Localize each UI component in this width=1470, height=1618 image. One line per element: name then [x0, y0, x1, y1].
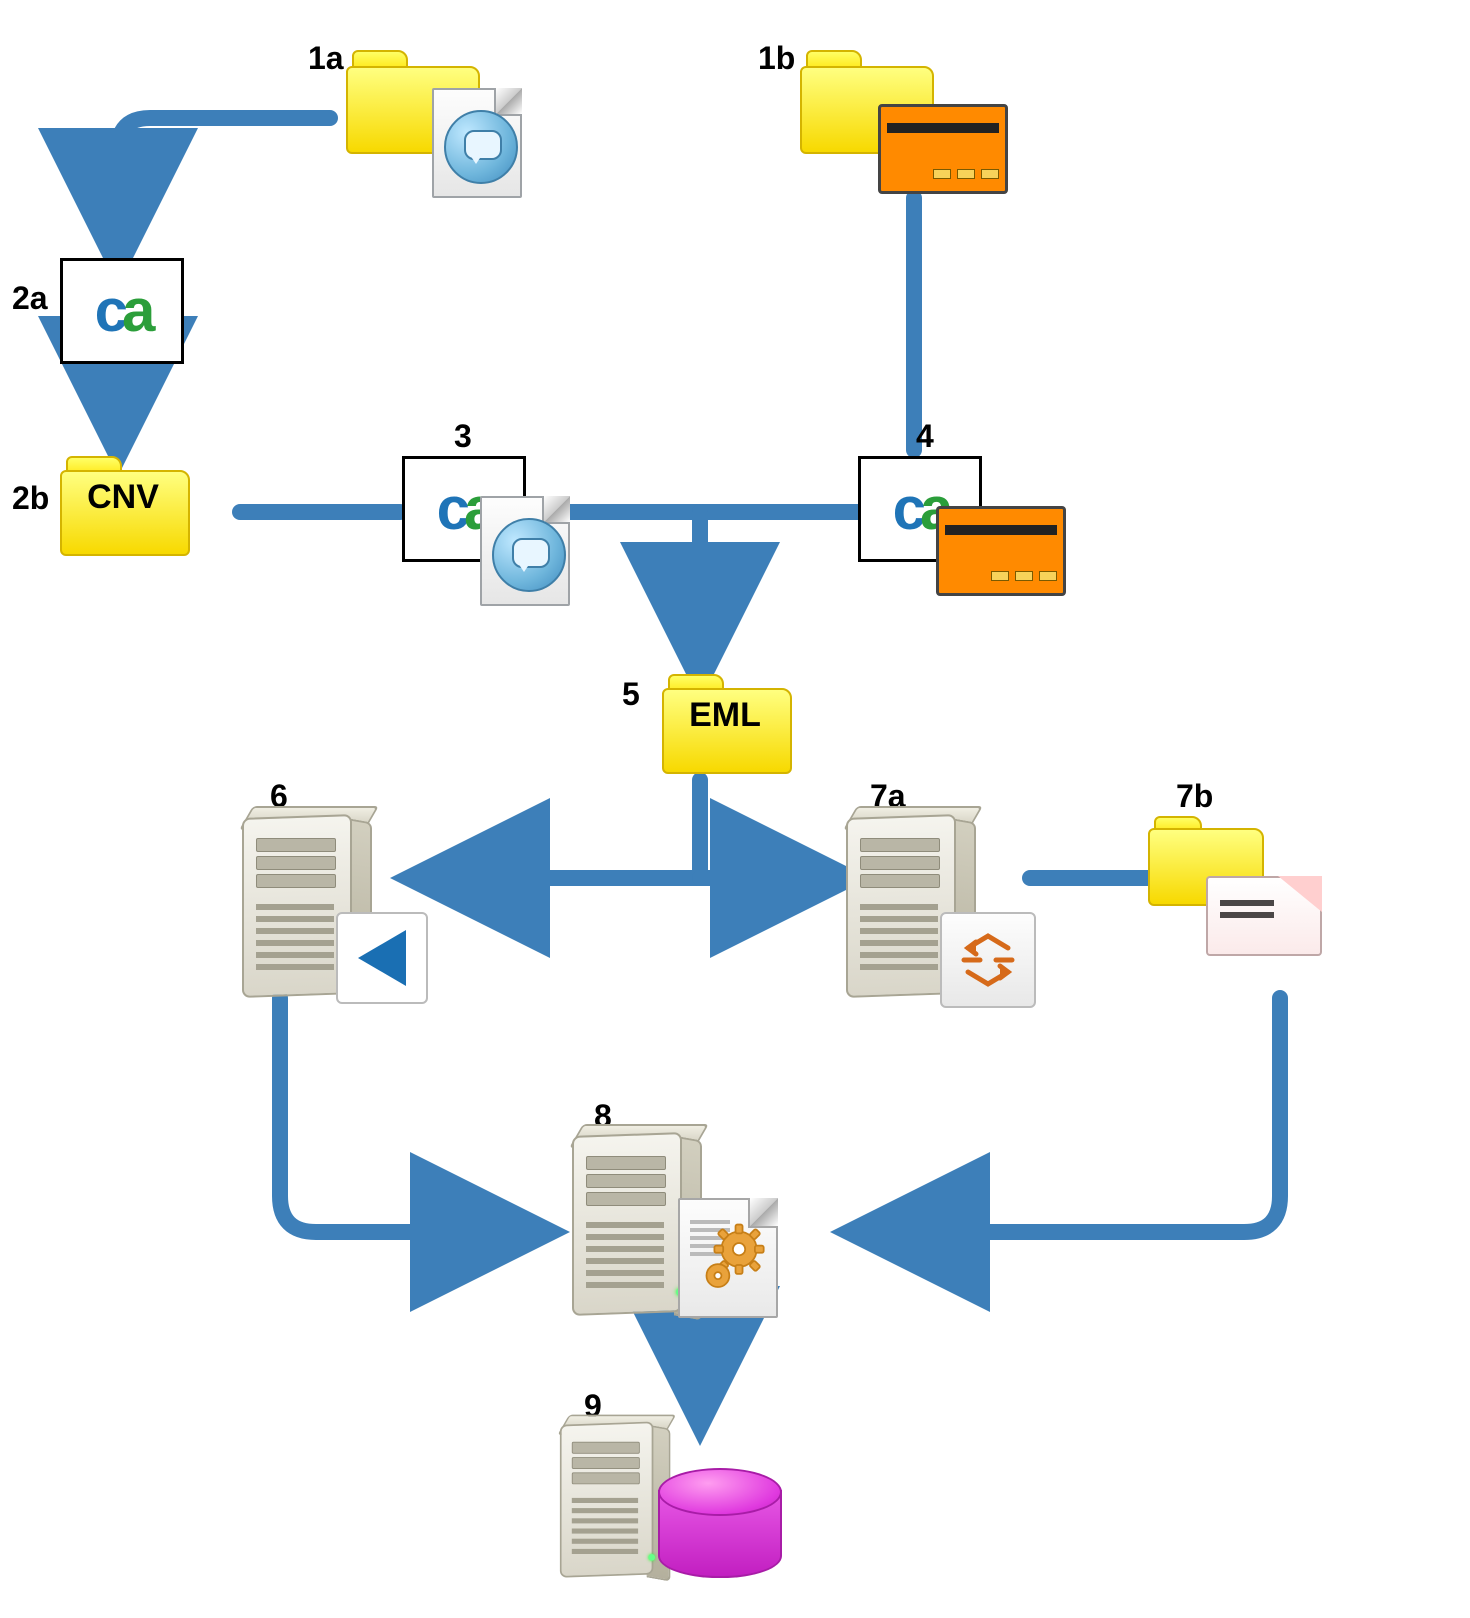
orange-card-1b [878, 104, 1008, 194]
node-2b: CNV [60, 456, 186, 552]
folder-label: EML [662, 696, 788, 735]
card-icon [878, 104, 1008, 194]
chat-bubble-icon [492, 518, 566, 592]
chat-doc-1a [432, 88, 522, 198]
label-1a: 1a [308, 40, 344, 77]
node-6-badge [336, 912, 428, 1004]
label-1b: 1b [758, 40, 795, 77]
node-8-doc [678, 1198, 778, 1318]
database-icon [658, 1468, 778, 1588]
node-9-db [658, 1468, 778, 1588]
folder-cnv: CNV [60, 456, 186, 552]
folder-label: CNV [60, 478, 186, 517]
card-icon [936, 506, 1066, 596]
diagram-canvas: 1a 1b 2a ca 2b CNV 3 [0, 0, 1470, 1573]
connector-layer [0, 0, 1470, 1573]
node-5: EML [662, 674, 788, 770]
exchange-badge-icon [940, 912, 1036, 1008]
chat-doc-3 [480, 496, 570, 606]
chat-bubble-icon [444, 110, 518, 184]
label-3: 3 [454, 418, 472, 455]
orange-card-4 [936, 506, 1066, 596]
label-4: 4 [916, 418, 934, 455]
gears-doc-icon [678, 1198, 778, 1318]
label-5: 5 [622, 676, 640, 713]
envelope-icon [1206, 876, 1322, 956]
node-7a-badge [940, 912, 1036, 1008]
folder-eml: EML [662, 674, 788, 770]
server-icon [548, 1418, 676, 1588]
node-2a: ca [60, 258, 184, 364]
label-7b: 7b [1176, 778, 1213, 815]
play-badge-icon [336, 912, 428, 1004]
label-2b: 2b [12, 480, 49, 517]
ca-logo-box: ca [60, 258, 184, 364]
label-2a: 2a [12, 280, 48, 317]
envelope-7b [1206, 876, 1322, 956]
